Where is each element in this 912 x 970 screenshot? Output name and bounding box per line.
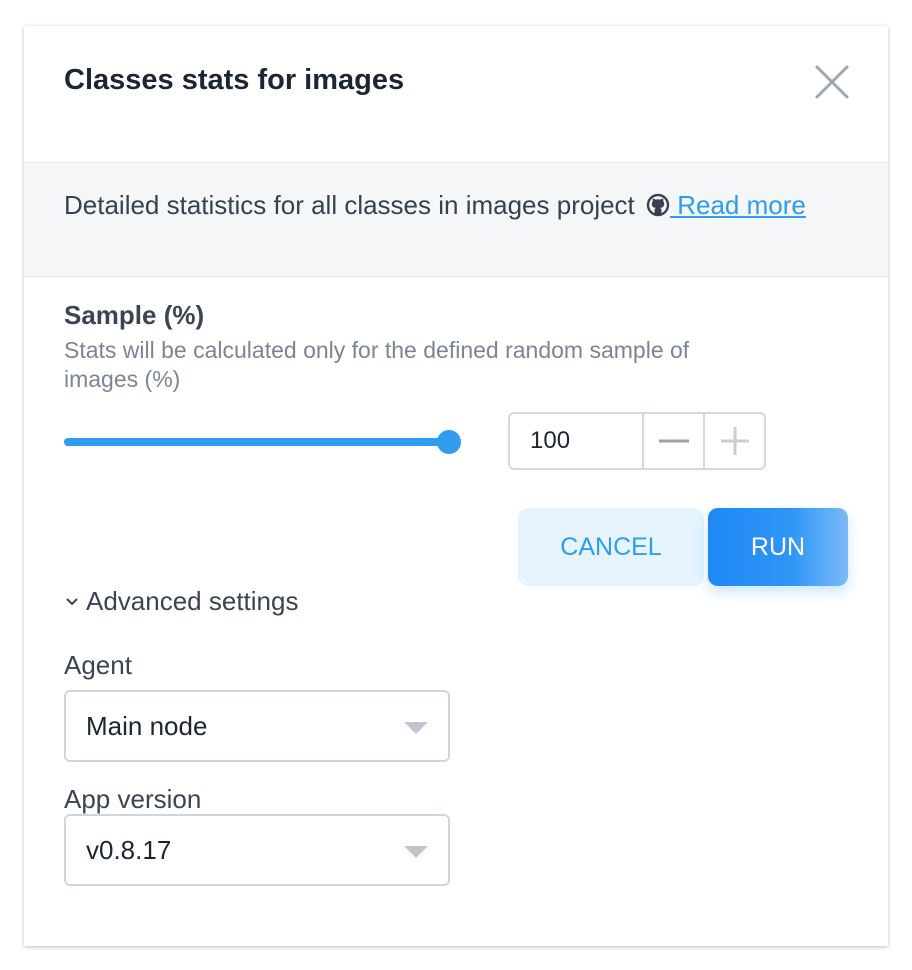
plus-icon xyxy=(720,427,749,455)
close-icon[interactable] xyxy=(814,64,850,100)
description-text: Detailed statistics for all classes in i… xyxy=(64,190,635,220)
app-version-select[interactable]: v0.8.17 xyxy=(64,814,450,886)
agent-selected-value: Main node xyxy=(86,711,208,741)
minus-icon xyxy=(658,439,689,443)
dialog-title: Classes stats for images xyxy=(64,64,405,96)
slider-thumb[interactable] xyxy=(437,430,461,454)
agent-select[interactable]: Main node xyxy=(64,690,450,762)
increment-button[interactable] xyxy=(703,414,764,468)
sample-stepper: 100 xyxy=(508,412,766,470)
app-version-selected-value: v0.8.17 xyxy=(86,835,172,865)
sample-value-input[interactable]: 100 xyxy=(510,414,644,468)
github-icon xyxy=(646,192,670,224)
caret-down-icon xyxy=(404,846,428,858)
sample-slider[interactable] xyxy=(64,430,461,454)
dialog-header: Classes stats for images xyxy=(24,26,888,163)
advanced-settings-label: Advanced settings xyxy=(86,586,299,616)
description-bar: Detailed statistics for all classes in i… xyxy=(24,163,888,277)
read-more-link[interactable]: Read more xyxy=(670,190,806,220)
sample-label: Sample (%) xyxy=(64,300,205,330)
app-version-label: App version xyxy=(64,784,202,814)
caret-down-icon xyxy=(404,722,428,734)
advanced-settings-toggle[interactable]: Advanced settings xyxy=(64,586,298,617)
decrement-button[interactable] xyxy=(644,414,703,468)
modal-dialog: Classes stats for images Detailed statis… xyxy=(24,26,888,946)
slider-fill xyxy=(64,438,449,446)
cancel-button[interactable]: CANCEL xyxy=(518,508,704,586)
sample-description: Stats will be calculated only for the de… xyxy=(64,337,690,392)
agent-label: Agent xyxy=(64,650,132,680)
run-button[interactable]: RUN xyxy=(708,508,848,586)
chevron-down-icon xyxy=(66,597,78,605)
